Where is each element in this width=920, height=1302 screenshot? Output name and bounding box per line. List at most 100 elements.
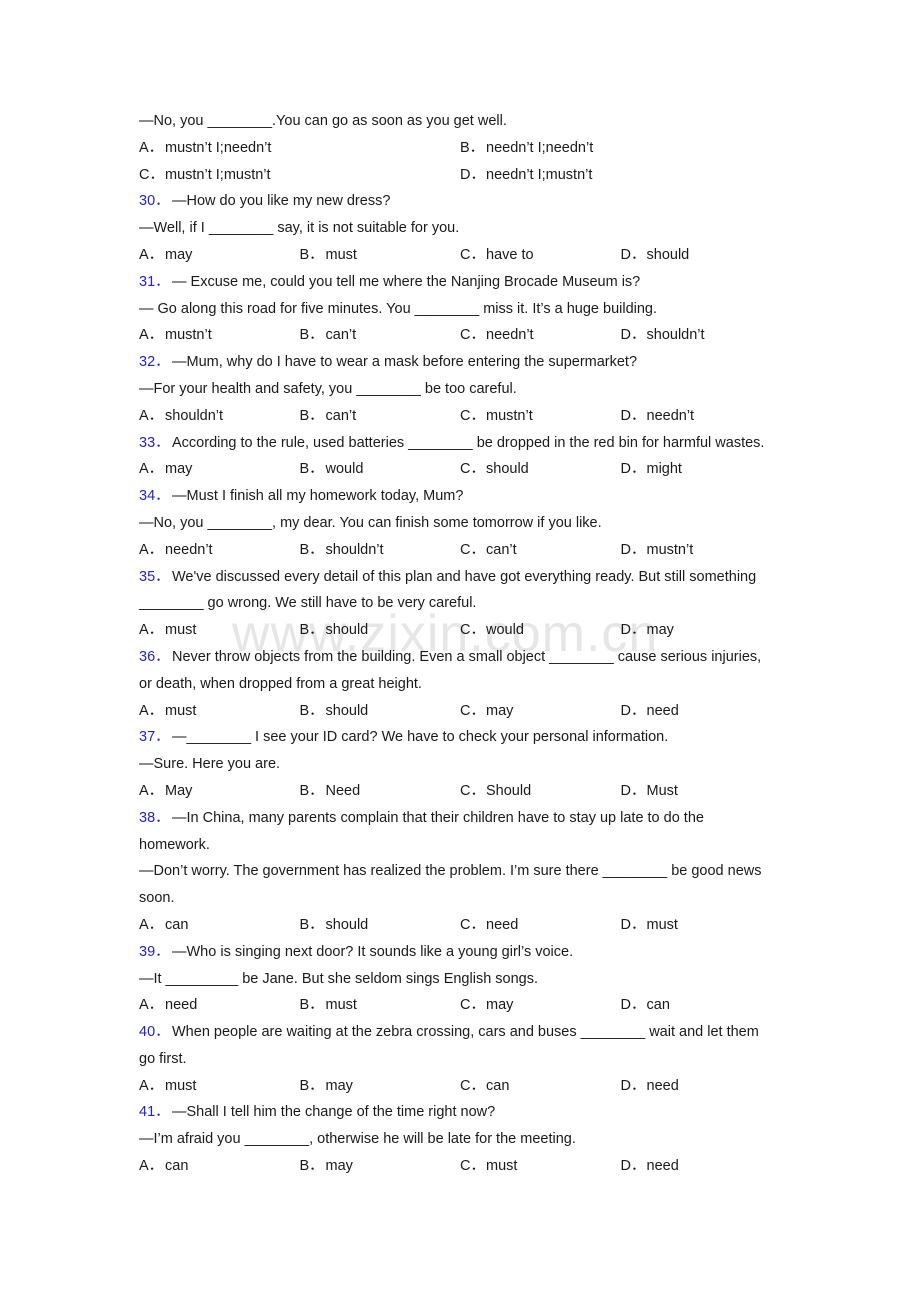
option-d[interactable]: D．might: [621, 456, 782, 483]
option-a[interactable]: A． must: [139, 1073, 300, 1100]
question-text: go first.: [139, 1050, 187, 1067]
option-a[interactable]: A． may: [139, 456, 300, 483]
option-c[interactable]: C．have to: [460, 242, 621, 269]
option-text: must: [325, 997, 357, 1014]
option-d[interactable]: D．can: [621, 992, 782, 1019]
option-d[interactable]: D．needn’t: [621, 403, 782, 430]
option-c[interactable]: C．may: [460, 992, 621, 1019]
option-letter: C．: [139, 166, 164, 183]
option-c[interactable]: C．mustn’t: [460, 403, 621, 430]
option-d[interactable]: D．may: [621, 617, 782, 644]
option-b[interactable]: B． may: [300, 1153, 461, 1180]
options-row: A． may B． would C．should D．might: [139, 456, 799, 483]
option-text: must: [646, 916, 678, 933]
option-a[interactable]: A． can: [139, 912, 300, 939]
option-letter: D．: [620, 246, 646, 263]
question-line: 34． —Must I finish all my homework today,…: [139, 483, 799, 510]
question-line: 31． — Excuse me, could you tell me where …: [139, 269, 799, 296]
option-d[interactable]: D．need: [621, 698, 782, 725]
option-b[interactable]: B． should: [300, 912, 461, 939]
option-d[interactable]: D．should: [621, 242, 782, 269]
question-number: 32．: [139, 354, 170, 371]
option-text: should: [486, 461, 529, 478]
options-row: A． needn’t B． shouldn’t C．can’t D．mustn’t: [139, 537, 799, 564]
option-c[interactable]: C．would: [460, 617, 621, 644]
question-text: —Sure. Here you are.: [139, 756, 281, 773]
option-a[interactable]: A． may: [139, 242, 300, 269]
option-letter: C．: [460, 541, 485, 558]
option-a[interactable]: A． needn’t: [139, 537, 300, 564]
option-c[interactable]: C．needn’t: [460, 322, 621, 349]
question-item: 41． —Shall I tell him the change of the t…: [139, 1099, 799, 1179]
option-c[interactable]: C．may: [460, 698, 621, 725]
option-b[interactable]: B． Need: [300, 778, 461, 805]
question-item: 33． According to the rule, used batteries…: [139, 430, 799, 484]
options-row: A． must B． should C．may D．need: [139, 698, 799, 725]
question-text: or death, when dropped from a great heig…: [139, 675, 422, 692]
option-letter: D．: [620, 461, 646, 478]
option-text: may: [325, 1158, 353, 1175]
options-row: A． must B． should C．would D．may: [139, 617, 799, 644]
option-a[interactable]: A． May: [139, 778, 300, 805]
option-letter: C．: [460, 407, 485, 424]
option-d[interactable]: D．need: [621, 1153, 782, 1180]
option-text: can: [165, 916, 189, 933]
option-a[interactable]: A． shouldn’t: [139, 403, 300, 430]
question-number: 38．: [139, 809, 170, 826]
option-text: needn’t: [165, 541, 213, 558]
option-d[interactable]: D．must: [621, 912, 782, 939]
option-c[interactable]: C．need: [460, 912, 621, 939]
option-b[interactable]: B． needn’t I;needn’t: [460, 135, 781, 162]
option-text: must: [165, 702, 197, 719]
option-a[interactable]: A． can: [139, 1153, 300, 1180]
question-line: 38． —In China, many parents complain that…: [139, 805, 799, 832]
option-c[interactable]: C．must: [460, 1153, 621, 1180]
options-row: A． need B． must C．may D．can: [139, 992, 799, 1019]
option-letter: C．: [460, 246, 485, 263]
question-item: 40． When people are waiting at the zebra …: [139, 1019, 799, 1099]
option-a[interactable]: A． need: [139, 992, 300, 1019]
option-letter: A．: [139, 702, 164, 719]
option-c[interactable]: C．can: [460, 1073, 621, 1100]
question-line: — Go along this road for five minutes. Y…: [139, 296, 799, 323]
option-letter: D．: [620, 702, 646, 719]
option-d[interactable]: D．shouldn’t: [621, 322, 782, 349]
option-b[interactable]: B． must: [300, 242, 461, 269]
option-b[interactable]: B． may: [300, 1073, 461, 1100]
option-letter: C．: [460, 997, 485, 1014]
option-b[interactable]: B． should: [300, 617, 461, 644]
option-d[interactable]: D．needn’t I;mustn’t: [460, 162, 781, 189]
option-text: needn’t I;mustn’t: [486, 166, 593, 183]
option-c[interactable]: C．should: [460, 456, 621, 483]
option-text: might: [646, 461, 682, 478]
question-line: —For your health and safety, you _______…: [139, 376, 799, 403]
option-b[interactable]: B． should: [300, 698, 461, 725]
option-c[interactable]: C．can’t: [460, 537, 621, 564]
option-d[interactable]: D．mustn’t: [621, 537, 782, 564]
option-c[interactable]: C．Should: [460, 778, 621, 805]
option-text: Must: [646, 782, 678, 799]
option-b[interactable]: B． would: [300, 456, 461, 483]
option-text: mustn’t: [165, 327, 212, 344]
option-b[interactable]: B． can’t: [300, 403, 461, 430]
question-item: 32． —Mum, why do I have to wear a mask be…: [139, 349, 799, 429]
question-line: homework.: [139, 832, 799, 859]
option-text: need: [165, 997, 198, 1014]
option-a[interactable]: A． must: [139, 617, 300, 644]
option-a[interactable]: A． must: [139, 698, 300, 725]
option-b[interactable]: B． must: [300, 992, 461, 1019]
question-text: —I’m afraid you ________, otherwise he w…: [139, 1131, 576, 1148]
option-c[interactable]: C．mustn’t I;mustn’t: [139, 162, 460, 189]
question-line: 30． —How do you like my new dress?: [139, 188, 799, 215]
option-a[interactable]: A． mustn’t I;needn’t: [139, 135, 460, 162]
option-a[interactable]: A． mustn’t: [139, 322, 300, 349]
option-text: may: [646, 622, 674, 639]
option-letter: A．: [139, 327, 164, 344]
option-b[interactable]: B． can’t: [300, 322, 461, 349]
option-text: must: [325, 246, 357, 263]
option-letter: B．: [299, 702, 324, 719]
option-d[interactable]: D．Must: [621, 778, 782, 805]
option-d[interactable]: D．need: [621, 1073, 782, 1100]
option-b[interactable]: B． shouldn’t: [300, 537, 461, 564]
options-row: A． may B． must C．have to D．should: [139, 242, 799, 269]
